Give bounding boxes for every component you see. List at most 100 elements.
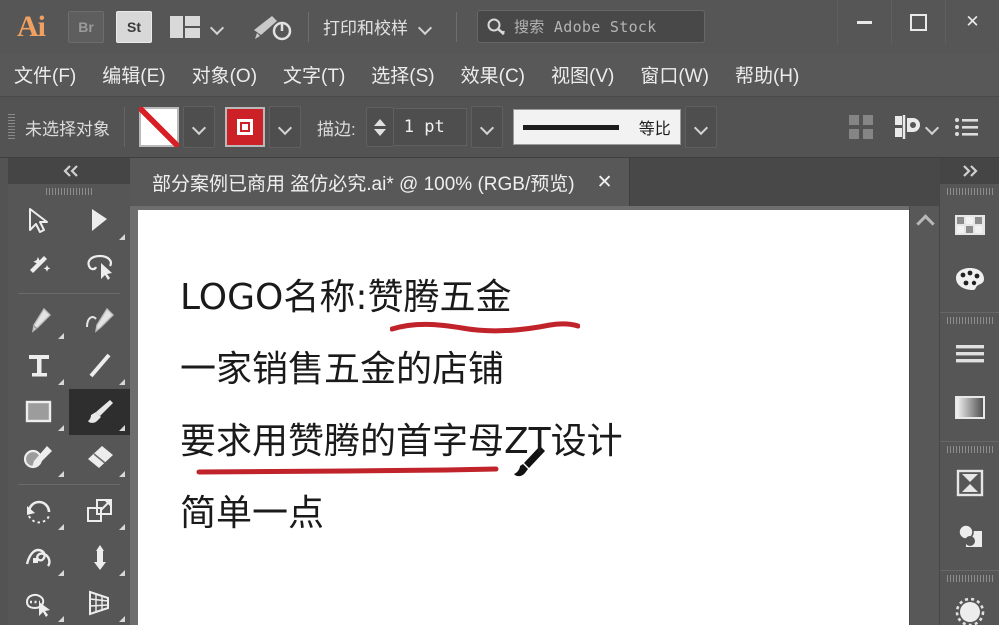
- tool-selection[interactable]: [8, 198, 69, 244]
- transform-icon: [849, 115, 873, 139]
- stroke-swatch[interactable]: [225, 107, 265, 147]
- tool-scale[interactable]: [69, 488, 130, 534]
- panel-group-grip-3[interactable]: [940, 442, 999, 456]
- menu-window[interactable]: 窗口(W): [640, 61, 709, 88]
- behance-publish-icon[interactable]: [250, 12, 294, 42]
- menu-view[interactable]: 视图(V): [551, 61, 614, 88]
- stepper-up-icon[interactable]: [373, 118, 386, 126]
- tool-corner-indicator: [58, 333, 64, 339]
- tool-group-drawing: [8, 297, 130, 481]
- menu-effect[interactable]: 效果(C): [461, 61, 525, 88]
- tool-shape-builder[interactable]: [8, 580, 69, 625]
- stepper-down-icon[interactable]: [373, 128, 386, 136]
- arrange-documents-icon[interactable]: [170, 15, 200, 38]
- tool-corner-indicator: [119, 471, 125, 477]
- close-button[interactable]: ✕: [945, 0, 999, 44]
- stroke-profile-select[interactable]: 等比: [512, 109, 681, 145]
- stroke-weight-input[interactable]: 1 pt: [392, 108, 467, 146]
- panel-button-brushes[interactable]: [940, 585, 999, 625]
- panel-group-grip-2[interactable]: [940, 313, 999, 327]
- tool-shaper-pencil[interactable]: [8, 435, 69, 481]
- minimize-button[interactable]: [837, 0, 891, 44]
- tool-eraser[interactable]: [69, 435, 130, 481]
- fill-group: [139, 106, 225, 148]
- artboard[interactable]: LOGO名称:赞腾五金 一家销售五金的店铺 要求用赞腾的首字母ZT设计 简单一点: [138, 210, 910, 625]
- menu-select[interactable]: 选择(S): [371, 61, 434, 88]
- workspace-chevron-down-icon[interactable]: [418, 20, 432, 34]
- stroke-chevron-down-icon: [278, 120, 292, 134]
- tool-line-segment[interactable]: [69, 343, 130, 389]
- panel-button-pathfinder[interactable]: [940, 510, 999, 564]
- artboard-line-3[interactable]: 要求用赞腾的首字母ZT设计: [180, 406, 623, 478]
- shaper-pencil-tool-icon: [23, 446, 52, 469]
- tool-free-transform[interactable]: [69, 534, 130, 580]
- canvas-vertical-scrollbar[interactable]: [909, 206, 940, 625]
- fill-swatch[interactable]: [139, 107, 179, 147]
- panel-button-swatches[interactable]: [940, 198, 999, 252]
- stock-button[interactable]: St: [116, 10, 152, 43]
- align-chevron-down-icon[interactable]: [925, 120, 939, 134]
- panel-button-color[interactable]: [940, 252, 999, 306]
- toolbar-collapse-button[interactable]: [8, 158, 130, 184]
- document-tab[interactable]: 部分案例已商用 盗仿必究.ai* @ 100% (RGB/预览) ✕: [130, 158, 630, 206]
- tool-lasso[interactable]: [69, 244, 130, 290]
- stroke-dropdown-button[interactable]: [269, 106, 301, 148]
- artboard-line-2[interactable]: 一家销售五金的店铺: [180, 334, 623, 477]
- width-tool-icon: [25, 548, 51, 567]
- scroll-up-icon[interactable]: [910, 206, 940, 236]
- artboard-line-2-text: 一家销售五金的店铺: [180, 349, 505, 390]
- artboard-text-block[interactable]: LOGO名称:赞腾五金 一家销售五金的店铺 要求用赞腾的首字母ZT设计 简单一点: [180, 262, 623, 550]
- tool-perspective-grid[interactable]: [69, 580, 130, 625]
- control-bar: 未选择对象 描边: 1 pt 等比: [0, 97, 999, 158]
- tool-corner-indicator: [119, 234, 125, 240]
- panel-options-button[interactable]: [949, 109, 985, 145]
- menu-type[interactable]: 文字(T): [283, 61, 345, 88]
- artboard-line-1[interactable]: LOGO名称:赞腾五金: [180, 262, 623, 334]
- tool-width[interactable]: [8, 534, 69, 580]
- stock-search-input[interactable]: 搜索 Adobe Stock: [477, 10, 705, 43]
- panel-group-color: [940, 184, 999, 313]
- tool-paintbrush[interactable]: [69, 389, 130, 435]
- tool-group-transform: [8, 488, 130, 625]
- swatches-panel-icon: [954, 215, 985, 235]
- tool-magic-wand[interactable]: [8, 244, 69, 290]
- tool-corner-indicator: [58, 570, 64, 576]
- stroke-weight-stepper[interactable]: [365, 107, 393, 147]
- tool-rotate[interactable]: [8, 488, 69, 534]
- tool-type[interactable]: [8, 343, 69, 389]
- maximize-button[interactable]: [891, 0, 945, 44]
- tool-curvature-pen[interactable]: [69, 297, 130, 343]
- transform-button[interactable]: [843, 109, 879, 145]
- arrange-chevron-down-icon[interactable]: [210, 20, 224, 34]
- panel-button-stroke[interactable]: [940, 327, 999, 381]
- menu-help[interactable]: 帮助(H): [735, 61, 799, 88]
- stroke-weight-dropdown-button[interactable]: [470, 106, 503, 148]
- panel-group-grip-1[interactable]: [940, 184, 999, 198]
- tools-panel-grip[interactable]: [8, 184, 130, 198]
- panel-button-gradient[interactable]: [940, 381, 999, 435]
- artboard-line-4[interactable]: 简单一点: [180, 478, 623, 550]
- menu-object[interactable]: 对象(O): [192, 61, 257, 88]
- tool-direct-selection[interactable]: [69, 198, 130, 244]
- panel-button-transform[interactable]: [940, 456, 999, 510]
- titlebar-divider-2: [456, 11, 457, 42]
- tool-corner-indicator: [58, 425, 64, 431]
- artboard-line-3-text: 要求用赞腾的首字母ZT设计: [180, 421, 623, 462]
- menu-edit[interactable]: 编辑(E): [102, 61, 165, 88]
- right-panel-collapse-button[interactable]: [940, 158, 999, 184]
- fill-dropdown-button[interactable]: [183, 106, 215, 148]
- perspective-grid-tool-icon: [88, 590, 109, 616]
- tool-rectangle[interactable]: [8, 389, 69, 435]
- stroke-profile-preview-icon: [522, 124, 619, 130]
- control-bar-grip[interactable]: [8, 114, 15, 140]
- document-tab-close-icon[interactable]: ✕: [597, 171, 613, 194]
- bridge-button[interactable]: Br: [68, 10, 104, 43]
- align-button[interactable]: [889, 109, 925, 145]
- workspace-selector[interactable]: 打印和校样: [323, 14, 408, 39]
- menu-file[interactable]: 文件(F): [14, 61, 76, 88]
- stroke-profile-dropdown-button[interactable]: [684, 106, 717, 148]
- panel-group-grip-4[interactable]: [940, 571, 999, 585]
- tool-pen[interactable]: [8, 297, 69, 343]
- control-divider-1: [124, 107, 125, 147]
- canvas-area[interactable]: LOGO名称:赞腾五金 一家销售五金的店铺 要求用赞腾的首字母ZT设计 简单一点: [130, 206, 940, 625]
